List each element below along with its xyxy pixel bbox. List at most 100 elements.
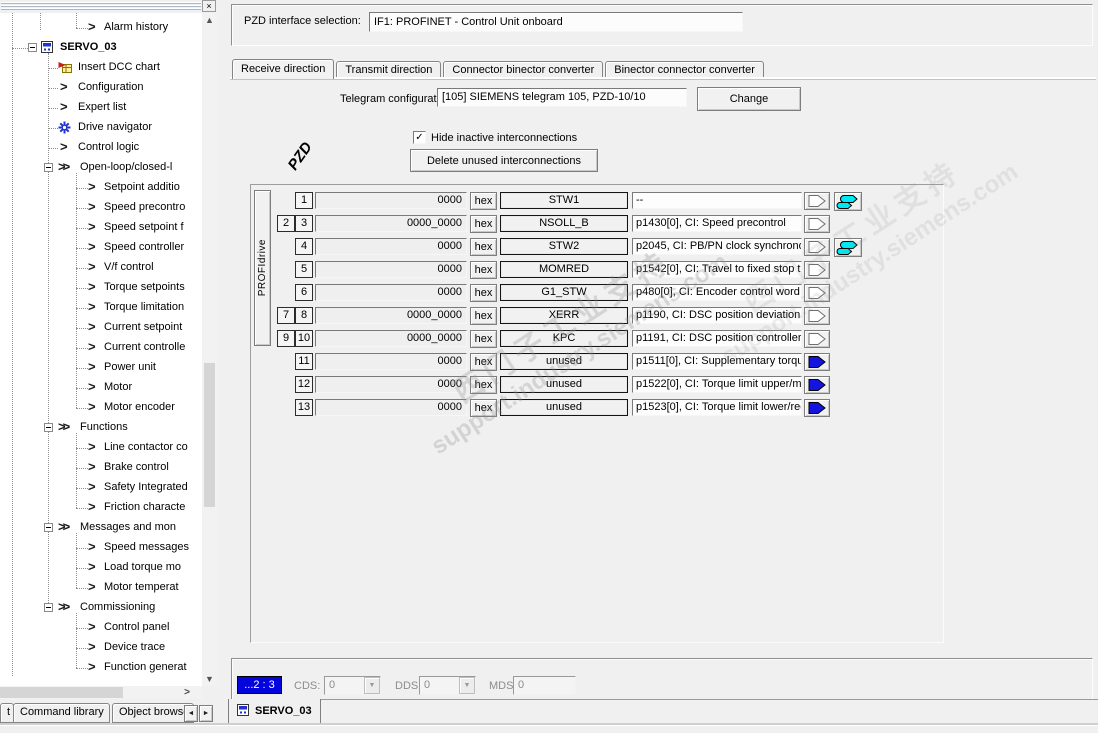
- tree-vertical-scrollbar[interactable]: ▲ ▼: [202, 13, 217, 686]
- signal-name-box[interactable]: unused: [500, 399, 628, 416]
- dds-select[interactable]: 0 ▼: [419, 676, 476, 695]
- hex-button[interactable]: hex: [470, 330, 497, 348]
- left-tab-command-library[interactable]: Command library: [13, 703, 110, 723]
- tree-item-current-setpoint[interactable]: > Current setpoint: [0, 319, 202, 336]
- tree-item-speed-controller[interactable]: > Speed controller: [0, 239, 202, 256]
- hide-inactive-checkbox[interactable]: ✓: [413, 131, 426, 144]
- hex-button[interactable]: hex: [470, 284, 497, 302]
- signal-name-box[interactable]: STW1: [500, 192, 628, 209]
- tree-item-speed-messages[interactable]: > Speed messages: [0, 539, 202, 556]
- tab-next-icon[interactable]: ►: [199, 705, 213, 722]
- tree-item-torque-limitation[interactable]: > Torque limitation: [0, 299, 202, 316]
- tree-item-speed-precontro[interactable]: > Speed precontro: [0, 199, 202, 216]
- interconnection-target-field[interactable]: p1511[0], CI: Supplementary torque: [632, 353, 802, 370]
- interface-selection-field[interactable]: IF1: PROFINET - Control Unit onboard: [369, 12, 743, 32]
- tree-item-current-controlle[interactable]: > Current controlle: [0, 339, 202, 356]
- panel-gripper[interactable]: [1, 2, 201, 11]
- tree-item-device-trace[interactable]: > Device trace: [0, 639, 202, 656]
- tab-binector-connector-converter[interactable]: Binector connector converter: [605, 61, 764, 78]
- interconnection-target-field[interactable]: p1190, CI: DSC position deviation: [632, 307, 802, 324]
- tree-item-power-unit[interactable]: > Power unit: [0, 359, 202, 376]
- binector-expand-button[interactable]: [834, 192, 862, 211]
- tab-connector-binector-converter[interactable]: Connector binector converter: [443, 61, 604, 78]
- tree-item-insert-dcc-chart[interactable]: Insert DCC chart: [0, 60, 202, 76]
- interconnection-target-field[interactable]: p480[0], CI: Encoder control word: [632, 284, 802, 301]
- left-tab-object-browser[interactable]: Object browser: [112, 703, 194, 723]
- tree-item-drive-navigator[interactable]: Drive navigator: [0, 120, 202, 136]
- signal-name-box[interactable]: NSOLL_B: [500, 215, 628, 232]
- tree-item-functions[interactable]: >> Functions: [0, 419, 202, 436]
- chevron-down-icon[interactable]: ▼: [459, 677, 475, 694]
- tree-item-safety-integrated[interactable]: > Safety Integrated: [0, 479, 202, 496]
- tree-item-expert-list[interactable]: > Expert list: [0, 99, 202, 116]
- tree-item-messages-and-mon[interactable]: >> Messages and mon: [0, 519, 202, 536]
- pzd-value-field[interactable]: 0000_0000: [315, 215, 467, 232]
- connector-arrow-button[interactable]: [804, 376, 830, 394]
- hex-button[interactable]: hex: [470, 376, 497, 394]
- interconnection-target-field[interactable]: p1542[0], CI: Travel to fixed stop to: [632, 261, 802, 278]
- scrollbar-thumb[interactable]: [204, 363, 215, 507]
- tree-item-motor-encoder[interactable]: > Motor encoder: [0, 399, 202, 416]
- connector-arrow-button[interactable]: [804, 284, 830, 302]
- tab-receive-direction[interactable]: Receive direction: [232, 59, 335, 79]
- binector-expand-button[interactable]: [834, 238, 862, 257]
- mds-field[interactable]: 0: [513, 676, 576, 695]
- pzd-value-field[interactable]: 0000: [315, 376, 467, 393]
- tree-item-open-loop-closed-l[interactable]: >> Open-loop/closed-l: [0, 159, 202, 176]
- close-icon[interactable]: ×: [202, 0, 216, 12]
- tree-item-control-logic[interactable]: > Control logic: [0, 139, 202, 156]
- hex-button[interactable]: hex: [470, 215, 497, 233]
- tree-item-setpoint-additio[interactable]: > Setpoint additio: [0, 179, 202, 196]
- telegram-configuration-field[interactable]: [105] SIEMENS telegram 105, PZD-10/10: [437, 88, 687, 107]
- tab-prev-icon[interactable]: ◄: [184, 705, 198, 722]
- connector-arrow-button[interactable]: [804, 192, 830, 210]
- interconnection-target-field[interactable]: --: [632, 192, 802, 209]
- signal-name-box[interactable]: G1_STW: [500, 284, 628, 301]
- hex-button[interactable]: hex: [470, 399, 497, 417]
- interconnection-target-field[interactable]: p1523[0], CI: Torque limit lower/reg: [632, 399, 802, 416]
- tree-expand-minus-icon[interactable]: [44, 423, 53, 432]
- tree-item-friction-characte[interactable]: > Friction characte: [0, 499, 202, 516]
- connector-arrow-button[interactable]: [804, 399, 830, 417]
- signal-name-box[interactable]: unused: [500, 353, 628, 370]
- scroll-down-icon[interactable]: ▼: [202, 672, 217, 686]
- interconnection-target-field[interactable]: p2045, CI: PB/PN clock synchrono: [632, 238, 802, 255]
- hex-button[interactable]: hex: [470, 192, 497, 210]
- scrollbar-thumb[interactable]: [0, 687, 123, 698]
- pzd-value-field[interactable]: 0000: [315, 238, 467, 255]
- pzd-value-field[interactable]: 0000: [315, 192, 467, 209]
- pzd-value-field[interactable]: 0000_0000: [315, 330, 467, 347]
- tab-transmit-direction[interactable]: Transmit direction: [336, 61, 442, 78]
- hex-button[interactable]: hex: [470, 353, 497, 371]
- tree-item-line-contactor-co[interactable]: > Line contactor co: [0, 439, 202, 456]
- hex-button[interactable]: hex: [470, 307, 497, 325]
- signal-name-box[interactable]: unused: [500, 376, 628, 393]
- signal-name-box[interactable]: MOMRED: [500, 261, 628, 278]
- tree-expand-minus-icon[interactable]: [44, 603, 53, 612]
- tree-item-brake-control[interactable]: > Brake control: [0, 459, 202, 476]
- tree-expand-minus-icon[interactable]: [28, 43, 37, 52]
- tree-item-function-generat[interactable]: > Function generat: [0, 659, 202, 676]
- tree-item-control-panel[interactable]: > Control panel: [0, 619, 202, 636]
- interconnection-target-field[interactable]: p1522[0], CI: Torque limit upper/mo: [632, 376, 802, 393]
- tree-item-configuration[interactable]: > Configuration: [0, 79, 202, 96]
- connector-arrow-button[interactable]: [804, 238, 830, 256]
- interconnection-target-field[interactable]: p1430[0], CI: Speed precontrol: [632, 215, 802, 232]
- pzd-value-field[interactable]: 0000: [315, 261, 467, 278]
- delete-unused-button[interactable]: Delete unused interconnections: [410, 149, 598, 172]
- tree-item-servo-03[interactable]: SERVO_03: [0, 40, 202, 56]
- pzd-value-field[interactable]: 0000: [315, 399, 467, 416]
- tree-item-load-torque-mo[interactable]: > Load torque mo: [0, 559, 202, 576]
- tree-item-speed-setpoint-f[interactable]: > Speed setpoint f: [0, 219, 202, 236]
- tree-item-commissioning[interactable]: >> Commissioning: [0, 599, 202, 616]
- signal-name-box[interactable]: XERR: [500, 307, 628, 324]
- signal-name-box[interactable]: STW2: [500, 238, 628, 255]
- tree-horizontal-scrollbar[interactable]: >: [0, 686, 202, 699]
- interconnection-target-field[interactable]: p1191, CI: DSC position controller: [632, 330, 802, 347]
- pzd-value-field[interactable]: 0000: [315, 284, 467, 301]
- tree-expand-minus-icon[interactable]: [44, 163, 53, 172]
- tree-expand-minus-icon[interactable]: [44, 523, 53, 532]
- document-tab-servo-03[interactable]: SERVO_03: [228, 699, 321, 724]
- tree-item-motor[interactable]: > Motor: [0, 379, 202, 396]
- pzd-value-field[interactable]: 0000_0000: [315, 307, 467, 324]
